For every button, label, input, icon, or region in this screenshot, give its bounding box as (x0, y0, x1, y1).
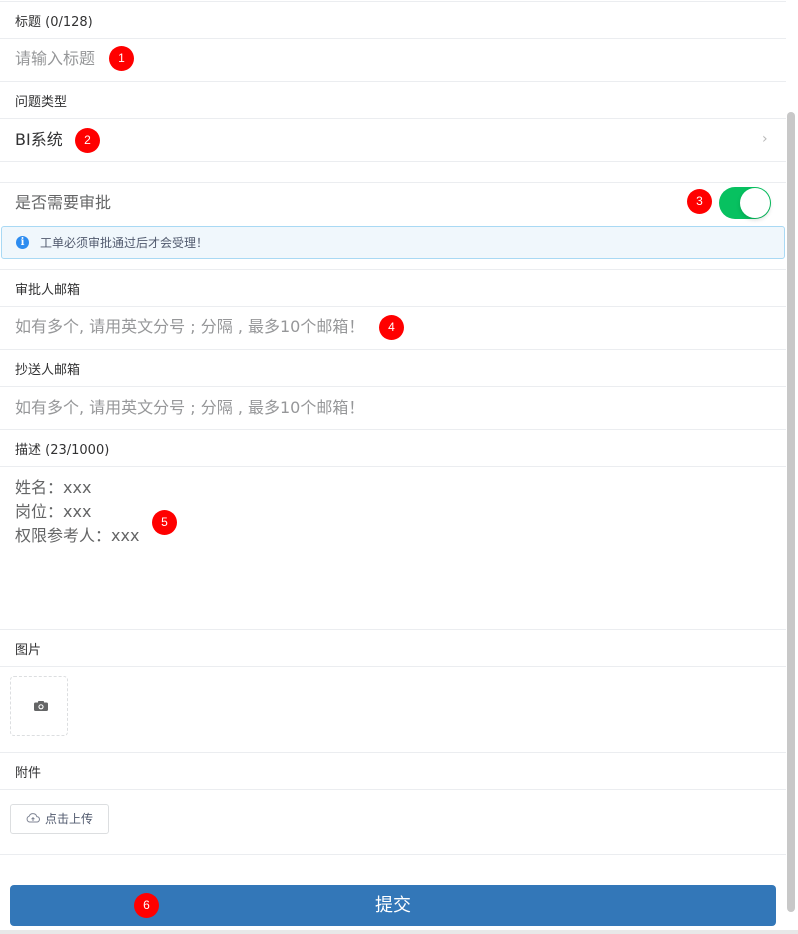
divider (0, 854, 786, 855)
approver-email-label: 审批人邮箱 (15, 283, 81, 298)
divider (0, 666, 786, 667)
issue-type-select[interactable]: BI系统 (15, 129, 63, 151)
approval-notice: i 工单必须审批通过后才会受理！ (1, 226, 785, 259)
image-uploader[interactable] (10, 676, 68, 736)
divider (0, 466, 786, 467)
description-label: 描述 (23/1000) (15, 443, 110, 458)
toggle-knob (740, 188, 770, 218)
approver-email-input[interactable]: 如有多个, 请用英文分号 ; 分隔 , 最多10个邮箱！ (15, 316, 364, 338)
annotation-badge-4: 4 (379, 315, 404, 340)
description-line: 权限参考人：xxx (15, 526, 140, 545)
cc-email-input[interactable]: 如有多个, 请用英文分号 ; 分隔 , 最多10个邮箱！ (15, 397, 364, 419)
divider (0, 81, 786, 82)
divider (0, 752, 786, 753)
attachment-label: 附件 (15, 766, 42, 781)
annotation-badge-2: 2 (75, 128, 100, 153)
divider (0, 1, 786, 2)
description-line: 姓名：xxx (15, 478, 92, 497)
divider (0, 789, 786, 790)
title-input[interactable]: 请输入标题 (15, 48, 95, 70)
approval-label: 是否需要审批 (15, 193, 112, 212)
divider (0, 429, 786, 430)
annotation-badge-5: 5 (152, 510, 177, 535)
divider (0, 269, 786, 270)
vertical-scrollbar[interactable] (787, 112, 795, 912)
annotation-badge-6: 6 (134, 893, 159, 918)
divider (0, 38, 786, 39)
cloud-upload-icon (26, 813, 40, 823)
approval-toggle[interactable] (719, 187, 771, 219)
annotation-badge-3: 3 (687, 189, 712, 214)
annotation-badge-1: 1 (109, 46, 134, 71)
divider (0, 118, 786, 119)
description-line: 岗位：xxx (15, 502, 92, 521)
upload-button[interactable]: 点击上传 (10, 804, 109, 834)
submit-button[interactable]: 提交 (10, 885, 776, 926)
upload-button-label: 点击上传 (45, 812, 94, 826)
title-label: 标题 (0/128) (15, 15, 93, 30)
info-icon: i (16, 236, 29, 249)
divider (0, 629, 786, 630)
description-textarea[interactable]: 姓名：xxx 岗位：xxx 权限参考人：xxx (15, 476, 139, 548)
notice-text: 工单必须审批通过后才会受理！ (40, 236, 209, 250)
divider (0, 386, 786, 387)
bottom-edge (0, 930, 798, 934)
divider (0, 349, 786, 350)
cc-email-label: 抄送人邮箱 (15, 363, 81, 378)
issue-type-label: 问题类型 (15, 95, 68, 110)
divider (0, 161, 786, 162)
divider (0, 306, 786, 307)
ticket-form: 标题 (0/128) 请输入标题 1 问题类型 BI系统 2 › 是否需要审批 … (0, 0, 786, 934)
divider (0, 182, 786, 183)
image-label: 图片 (15, 643, 42, 658)
chevron-right-icon[interactable]: › (762, 132, 776, 146)
camera-icon (34, 701, 48, 711)
